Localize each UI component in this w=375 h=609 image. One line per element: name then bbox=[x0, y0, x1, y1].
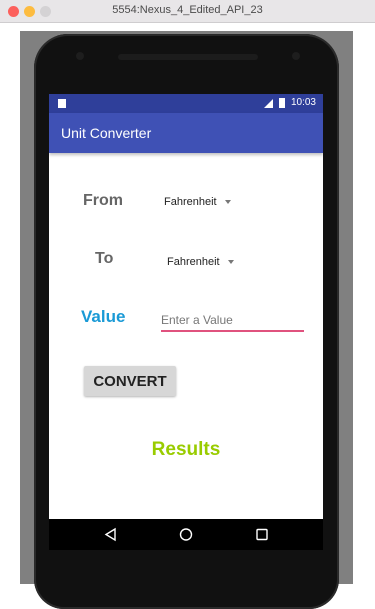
to-spinner[interactable]: Fahrenheit bbox=[167, 256, 234, 268]
dropdown-arrow-icon bbox=[227, 260, 234, 265]
from-label: From bbox=[83, 192, 123, 209]
sd-card-icon bbox=[58, 99, 66, 108]
status-time: 10:03 bbox=[290, 97, 316, 108]
from-spinner-value: Fahrenheit bbox=[164, 196, 217, 208]
back-button[interactable] bbox=[91, 519, 131, 550]
device-screen: 10:03 Unit Converter From Fahrenheit To … bbox=[49, 94, 323, 550]
results-text: Results bbox=[151, 439, 221, 460]
app-title: Unit Converter bbox=[61, 125, 152, 141]
battery-icon bbox=[279, 98, 285, 108]
front-sensor bbox=[76, 52, 84, 60]
to-spinner-value: Fahrenheit bbox=[167, 256, 220, 268]
window-title: 5554:Nexus_4_Edited_API_23 bbox=[112, 4, 263, 16]
signal-icon bbox=[264, 99, 273, 108]
convert-button[interactable]: CONVERT bbox=[84, 366, 176, 396]
home-button[interactable] bbox=[166, 519, 206, 550]
dropdown-arrow-icon bbox=[224, 200, 231, 205]
value-label: Value bbox=[81, 307, 126, 326]
from-spinner[interactable]: Fahrenheit bbox=[164, 196, 231, 208]
speaker-grille bbox=[118, 54, 258, 60]
home-icon bbox=[179, 528, 193, 541]
app-bar: Unit Converter bbox=[49, 113, 323, 153]
recents-icon bbox=[256, 528, 268, 541]
navigation-bar bbox=[49, 519, 323, 550]
recents-button[interactable] bbox=[242, 519, 282, 550]
front-camera bbox=[292, 52, 300, 60]
to-label: To bbox=[95, 250, 114, 267]
window-titlebar: 5554:Nexus_4_Edited_API_23 bbox=[0, 0, 375, 23]
back-icon bbox=[104, 527, 116, 542]
value-input[interactable] bbox=[161, 310, 304, 332]
status-bar: 10:03 bbox=[49, 94, 323, 113]
